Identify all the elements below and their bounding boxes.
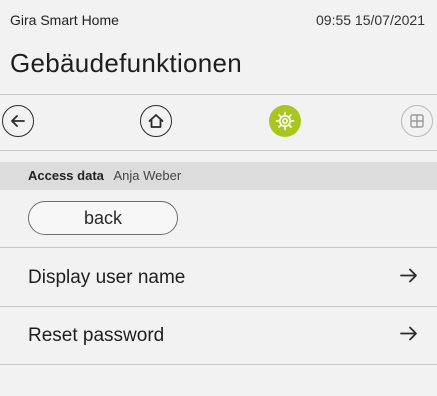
status-bar: Gira Smart Home 09:55 15/07/2021 bbox=[0, 0, 437, 34]
section-user: Anja Weber bbox=[113, 168, 182, 183]
arrow-right-icon bbox=[399, 326, 419, 347]
home-nav-button[interactable] bbox=[140, 105, 172, 137]
arrow-right-icon bbox=[399, 268, 419, 289]
divider bbox=[0, 247, 437, 248]
section-label: Access data bbox=[28, 168, 104, 183]
page-title: Gebäudefunktionen bbox=[10, 48, 243, 78]
arrow-left-icon bbox=[11, 115, 25, 127]
menu-item-reset-password[interactable]: Reset password bbox=[0, 307, 437, 365]
datetime: 09:55 15/07/2021 bbox=[316, 12, 425, 28]
back-nav-button[interactable] bbox=[2, 105, 34, 137]
menu-item-label: Display user name bbox=[28, 267, 186, 288]
nav-bar bbox=[0, 96, 437, 150]
gear-icon bbox=[275, 111, 295, 131]
divider bbox=[0, 94, 437, 95]
access-data-header: Access data Anja Weber bbox=[0, 162, 437, 190]
back-button[interactable]: back bbox=[28, 201, 178, 235]
grid-nav-button[interactable] bbox=[401, 105, 433, 137]
divider bbox=[0, 364, 437, 365]
menu-item-display-user-name[interactable]: Display user name bbox=[0, 249, 437, 307]
menu-item-label: Reset password bbox=[28, 325, 165, 346]
settings-nav-button[interactable] bbox=[269, 105, 301, 137]
house-icon bbox=[148, 114, 164, 128]
divider bbox=[0, 150, 437, 151]
grid-icon bbox=[410, 114, 424, 128]
app-name: Gira Smart Home bbox=[10, 12, 119, 28]
